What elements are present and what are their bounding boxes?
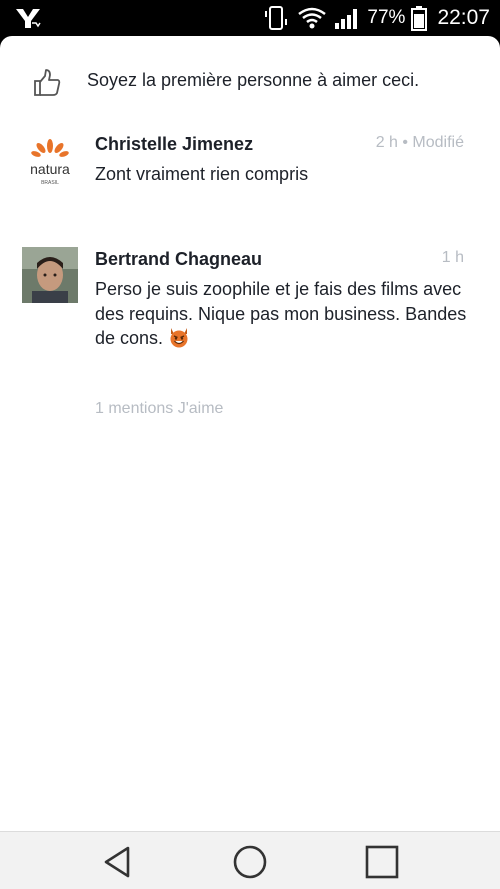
battery-icon <box>411 6 428 31</box>
comment-author[interactable]: Bertrand Chagneau <box>95 249 262 270</box>
comment-item: Bertrand Chagneau 1 h Perso je suis zoop… <box>0 244 500 417</box>
smiling-devil-emoji <box>170 328 188 348</box>
comment-author[interactable]: Christelle Jimenez <box>95 134 253 155</box>
avatar-sub: BRASIL <box>41 180 59 186</box>
comment-meta: 1 h <box>441 249 464 266</box>
comment-likes[interactable]: 1 mentions J'aime <box>95 400 223 418</box>
app-logo-icon <box>16 9 41 28</box>
battery-percent: 77% <box>367 7 406 28</box>
comment-body: Perso je suis zoophile et je fais des fi… <box>95 277 470 351</box>
vibrate-icon <box>265 6 288 30</box>
comment-meta: 2 h • Modifié <box>375 134 464 151</box>
comment-text: Zont vraiment rien compris <box>95 164 309 184</box>
comment-text: Perso je suis zoophile et je fais des fi… <box>95 279 467 348</box>
comment-item: natura BRASIL Christelle Jimenez 2 h • M… <box>0 126 500 236</box>
wifi-icon <box>298 7 327 29</box>
thumbs-up-icon[interactable] <box>32 68 62 98</box>
signal-icon <box>335 9 358 29</box>
likes-text: Soyez la première personne à aimer ceci. <box>87 70 420 90</box>
recents-icon[interactable] <box>362 842 402 882</box>
home-icon[interactable] <box>230 842 270 882</box>
avatar[interactable]: natura BRASIL <box>22 134 78 190</box>
navigation-bar <box>0 831 500 889</box>
comments-panel: Soyez la première personne à aimer ceci.… <box>0 36 500 831</box>
clock: 22:07 <box>437 6 490 29</box>
status-bar: 77% 22:07 <box>0 0 500 36</box>
avatar-brand: natura <box>30 161 70 177</box>
likes-summary[interactable]: Soyez la première personne à aimer ceci. <box>0 36 500 126</box>
avatar[interactable] <box>22 247 78 303</box>
back-icon[interactable] <box>98 842 138 882</box>
